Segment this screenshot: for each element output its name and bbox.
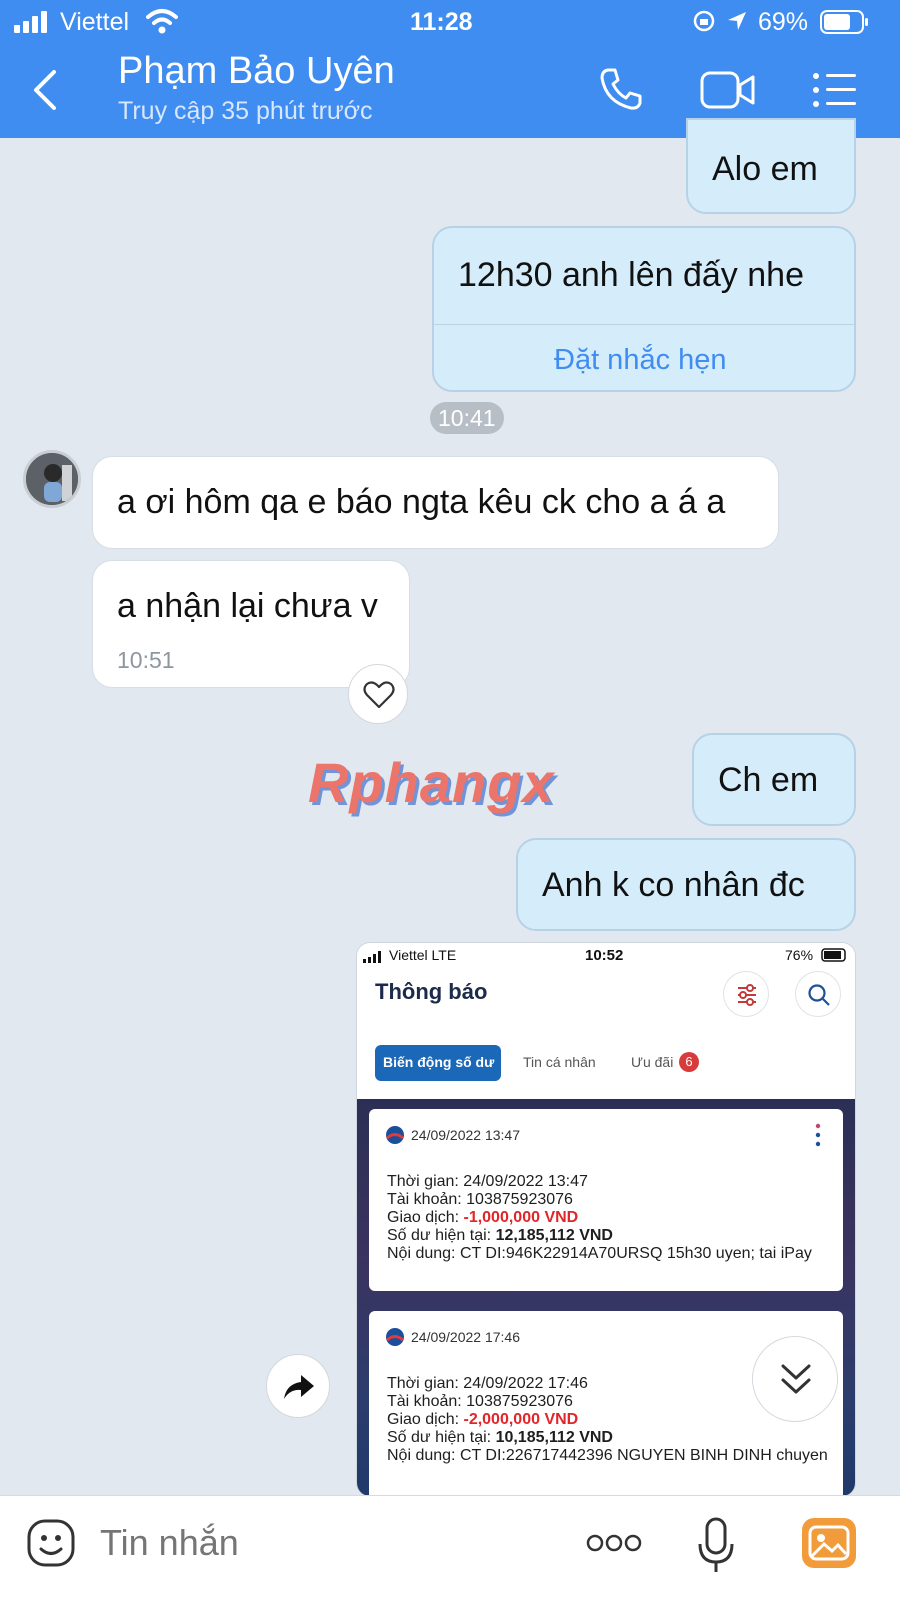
shot-title: Thông báo xyxy=(375,979,488,1004)
double-chevron-down-icon xyxy=(781,1364,811,1394)
card-tx-label: Giao dịch: xyxy=(387,1209,464,1226)
location-icon xyxy=(726,10,748,32)
wifi-icon xyxy=(146,8,178,34)
carrier-label: Viettel xyxy=(60,8,130,36)
message-input-bar xyxy=(0,1495,900,1600)
message-text: Anh k co nhân đc xyxy=(542,866,805,904)
card-tx-label: Giao dịch: xyxy=(387,1411,464,1428)
contact-name[interactable]: Phạm Bảo Uyên xyxy=(118,50,395,93)
battery-percent: 69% xyxy=(758,8,809,36)
outgoing-message-with-reminder[interactable]: 12h30 anh lên đấy nhe Đặt nhắc hẹn xyxy=(432,226,856,392)
notification-list: 24/09/2022 13:47 Thời gian: 24/09/2022 1… xyxy=(357,1099,855,1496)
card-balance-value: 12,185,112 VND xyxy=(495,1227,613,1244)
message-time: 10:51 xyxy=(117,647,175,673)
card-date: 24/09/2022 17:46 xyxy=(411,1329,520,1345)
menu-icon[interactable] xyxy=(812,72,858,108)
divider xyxy=(434,324,854,325)
react-heart-button[interactable] xyxy=(348,664,408,724)
offer-badge: 6 xyxy=(679,1052,699,1072)
shot-carrier: Viettel LTE xyxy=(389,947,457,963)
outgoing-message[interactable]: Ch em xyxy=(692,733,856,826)
signal-icon xyxy=(14,11,54,33)
battery-icon xyxy=(820,10,870,34)
battery-icon xyxy=(821,948,849,962)
clock: 11:28 xyxy=(410,8,473,36)
back-icon[interactable] xyxy=(28,68,64,112)
card-date: 24/09/2022 13:47 xyxy=(411,1127,520,1143)
forward-button[interactable] xyxy=(266,1354,330,1418)
shot-battery: 76% xyxy=(785,947,814,963)
time-divider: 10:41 xyxy=(430,402,504,434)
card-tx-value: -2,000,000 VND xyxy=(463,1411,579,1428)
video-call-icon[interactable] xyxy=(700,70,756,110)
message-text: a nhận lại chưa v xyxy=(117,587,378,625)
bank-logo-icon xyxy=(385,1327,405,1347)
more-options-icon[interactable] xyxy=(586,1532,642,1554)
avatar[interactable] xyxy=(23,450,81,508)
search-icon xyxy=(795,971,841,1017)
microphone-icon[interactable] xyxy=(696,1516,736,1576)
heart-icon xyxy=(363,681,395,709)
rotation-lock-icon xyxy=(693,10,715,32)
bank-logo-icon xyxy=(385,1125,405,1145)
tab-personal: Tin cá nhân xyxy=(523,1054,596,1070)
transaction-card: 24/09/2022 13:47 Thời gian: 24/09/2022 1… xyxy=(369,1109,843,1291)
card-content: Nội dung: CT DI:226717442396 NGUYEN BINH… xyxy=(387,1447,828,1464)
card-account: Tài khoản: 103875923076 xyxy=(387,1191,573,1208)
message-text: 12h30 anh lên đấy nhe xyxy=(458,256,804,294)
gallery-icon[interactable] xyxy=(802,1518,856,1568)
message-text: a ơi hôm qa e báo ngta kêu ck cho a á a xyxy=(117,483,726,521)
set-reminder-link[interactable]: Đặt nhắc hẹn xyxy=(554,344,727,377)
card-time-line: Thời gian: 24/09/2022 13:47 xyxy=(387,1173,588,1190)
watermark: Rphangx xyxy=(308,751,555,814)
phone-icon[interactable] xyxy=(598,66,644,112)
card-tx-value: -1,000,000 VND xyxy=(463,1209,579,1226)
signal-icon xyxy=(363,950,385,963)
scroll-to-bottom-button[interactable] xyxy=(752,1336,838,1422)
card-balance-value: 10,185,112 VND xyxy=(495,1429,613,1446)
card-content: Nội dung: CT DI:946K22914A70URSQ 15h30 u… xyxy=(387,1245,812,1262)
tab-balance-changes: Biến động số dư xyxy=(375,1045,501,1081)
sticker-icon[interactable] xyxy=(26,1518,78,1570)
shot-time: 10:52 xyxy=(585,947,624,964)
outgoing-message[interactable]: Anh k co nhân đc xyxy=(516,838,856,931)
filter-icon xyxy=(723,971,769,1017)
incoming-message[interactable]: a ơi hôm qa e báo ngta kêu ck cho a á a xyxy=(92,456,779,549)
last-seen-status: Truy cập 35 phút trước xyxy=(118,97,373,125)
message-input[interactable] xyxy=(100,1518,560,1568)
message-text: Alo em xyxy=(712,150,818,188)
card-balance-label: Số dư hiện tại: xyxy=(387,1429,496,1446)
tab-offers: Ưu đãi xyxy=(631,1054,674,1070)
outgoing-message[interactable]: Alo em xyxy=(686,118,856,214)
time-label: 10:41 xyxy=(438,405,496,431)
forward-icon xyxy=(284,1375,314,1399)
card-balance-label: Số dư hiện tại: xyxy=(387,1227,496,1244)
more-icon xyxy=(815,1123,821,1147)
message-text: Ch em xyxy=(718,761,819,799)
